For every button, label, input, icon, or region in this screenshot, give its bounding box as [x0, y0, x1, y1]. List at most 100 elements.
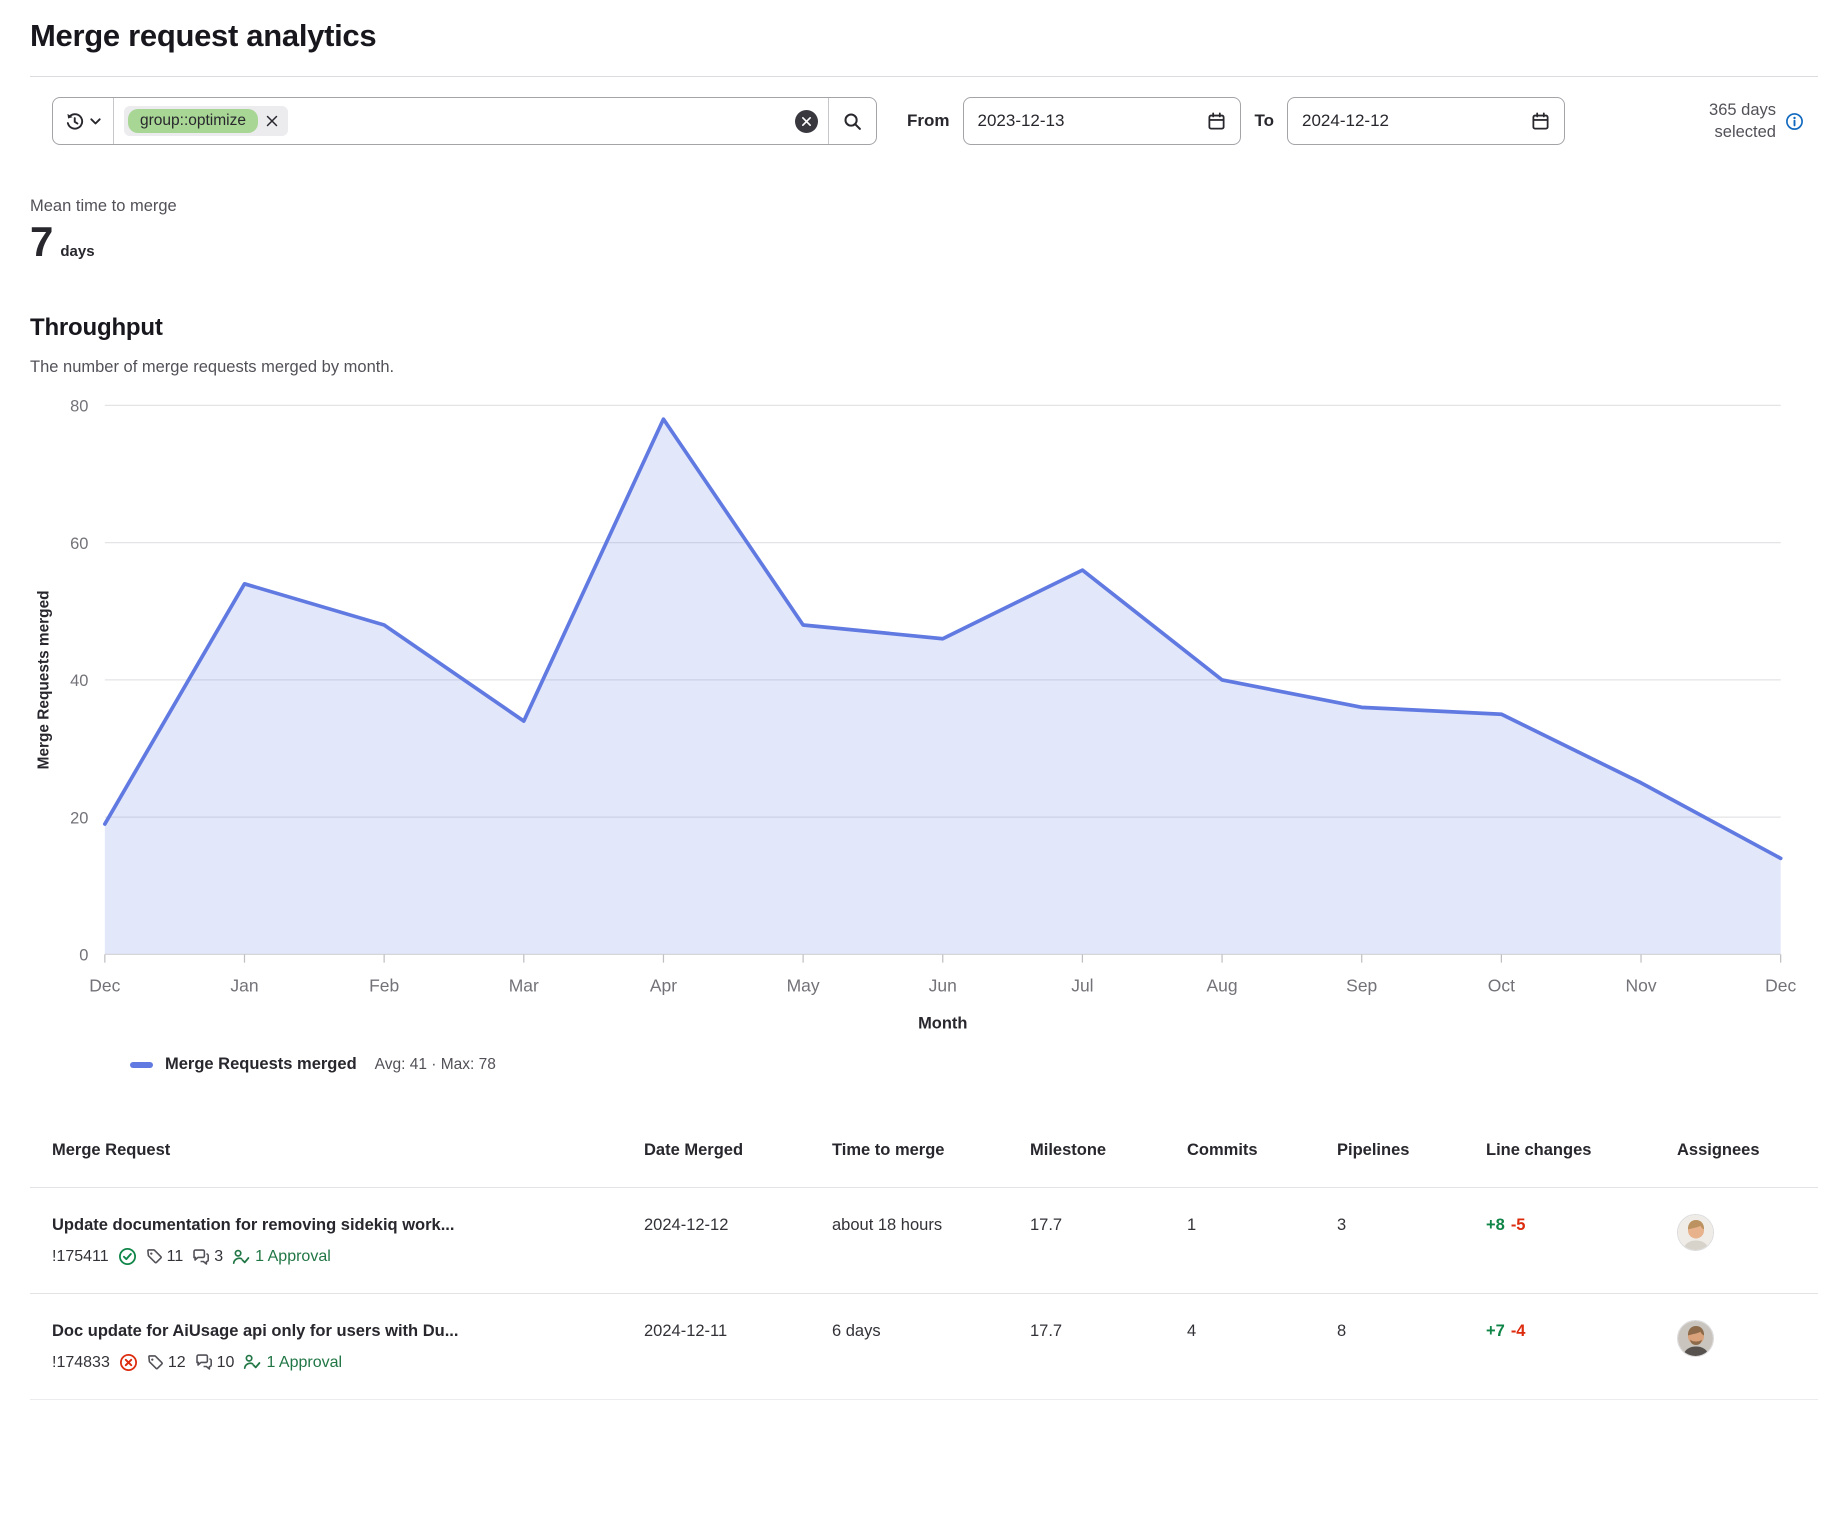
comments-icon	[195, 1353, 213, 1371]
history-icon	[65, 112, 84, 131]
merge-requests-table: Merge Request Date Merged Time to merge …	[30, 1130, 1818, 1400]
comments-count[interactable]: 3	[192, 1246, 223, 1268]
merge-request-analytics-page: Merge request analytics	[0, 0, 1848, 1400]
commits-cell: 1	[1187, 1188, 1337, 1294]
chart-legend[interactable]: Merge Requests merged Avg: 41 · Max: 78	[130, 1055, 1818, 1074]
mr-title-link[interactable]: Update documentation for removing sideki…	[52, 1214, 634, 1236]
approval-icon	[232, 1248, 250, 1266]
throughput-chart: 0 20 40 60 80 Dec Jan Feb Mar Apr May Jun Jul Aug Sep O…	[30, 391, 1818, 1074]
throughput-heading: Throughput	[30, 314, 1818, 342]
svg-text:Jul: Jul	[1071, 975, 1093, 995]
table-row: Doc update for AiUsage api only for user…	[30, 1294, 1818, 1400]
throughput-description: The number of merge requests merged by m…	[30, 358, 1818, 377]
labels-count[interactable]: 12	[147, 1352, 186, 1374]
col-milestone: Milestone	[1030, 1130, 1187, 1188]
svg-text:60: 60	[70, 535, 88, 553]
to-date-value: 2024-12-12	[1302, 111, 1389, 131]
filter-bar: group::optimize	[52, 97, 1818, 145]
svg-text:Oct: Oct	[1488, 975, 1515, 995]
labels-count[interactable]: 11	[146, 1246, 184, 1268]
svg-text:Feb: Feb	[369, 975, 399, 995]
range-summary-text: 365 days selected	[1664, 99, 1776, 144]
token-remove-button[interactable]	[260, 113, 284, 129]
svg-text:Jan: Jan	[230, 975, 258, 995]
from-label: From	[907, 111, 950, 131]
label-icon	[147, 1354, 164, 1371]
pipelines-cell: 3	[1337, 1188, 1486, 1294]
col-time-to-merge: Time to merge	[832, 1130, 1030, 1188]
info-icon[interactable]	[1785, 112, 1804, 131]
approvals[interactable]: 1 Approval	[243, 1352, 342, 1374]
svg-text:20: 20	[70, 809, 88, 827]
assignee-avatar[interactable]	[1677, 1214, 1714, 1251]
svg-text:40: 40	[70, 672, 88, 690]
svg-text:80: 80	[70, 398, 88, 416]
calendar-icon[interactable]	[1531, 112, 1550, 131]
from-date-input[interactable]: 2023-12-13	[963, 97, 1241, 145]
date-merged-cell: 2024-12-12	[644, 1188, 832, 1294]
additions: +7	[1486, 1322, 1505, 1340]
legend-swatch	[130, 1062, 153, 1068]
metric-unit: days	[60, 243, 94, 260]
col-date-merged: Date Merged	[644, 1130, 832, 1188]
svg-text:Mar: Mar	[509, 975, 539, 995]
table-header-row: Merge Request Date Merged Time to merge …	[30, 1130, 1818, 1188]
col-commits: Commits	[1187, 1130, 1337, 1188]
pipeline-success-icon[interactable]	[118, 1247, 137, 1266]
col-pipelines: Pipelines	[1337, 1130, 1486, 1188]
mean-time-to-merge-metric: Mean time to merge 7 days	[30, 197, 1818, 266]
title-divider	[30, 76, 1818, 77]
milestone-cell: 17.7	[1030, 1294, 1187, 1400]
search-input[interactable]: group::optimize	[114, 98, 828, 144]
legend-stats: Avg: 41 · Max: 78	[375, 1056, 496, 1074]
svg-text:Apr: Apr	[650, 975, 677, 995]
commits-cell: 4	[1187, 1294, 1337, 1400]
svg-text:Merge Requests merged: Merge Requests merged	[35, 590, 52, 769]
svg-text:May: May	[787, 975, 820, 995]
time-to-merge-cell: about 18 hours	[832, 1188, 1030, 1294]
line-changes-cell: +7 -4	[1486, 1294, 1677, 1400]
from-date-value: 2023-12-13	[978, 111, 1065, 131]
assignee-avatar[interactable]	[1677, 1320, 1714, 1357]
svg-text:Dec: Dec	[1765, 975, 1796, 995]
date-range-summary: 365 days selected	[1664, 99, 1804, 144]
comments-count[interactable]: 10	[195, 1352, 235, 1374]
legend-series-label: Merge Requests merged	[165, 1055, 357, 1074]
filter-token: group::optimize	[124, 106, 288, 137]
metric-label: Mean time to merge	[30, 197, 1818, 216]
time-to-merge-cell: 6 days	[832, 1294, 1030, 1400]
filter-token-label[interactable]: group::optimize	[128, 109, 258, 134]
svg-text:Month: Month	[918, 1014, 967, 1032]
svg-text:Sep: Sep	[1346, 975, 1377, 995]
search-icon	[843, 112, 862, 131]
pipeline-failed-icon[interactable]	[119, 1353, 138, 1372]
svg-text:Aug: Aug	[1207, 975, 1238, 995]
metric-value: 7	[30, 218, 53, 266]
calendar-icon[interactable]	[1207, 112, 1226, 131]
page-title: Merge request analytics	[30, 0, 1818, 54]
svg-text:Jun: Jun	[929, 975, 957, 995]
filtered-search-box[interactable]: group::optimize	[52, 97, 877, 145]
date-merged-cell: 2024-12-11	[644, 1294, 832, 1400]
chevron-down-icon	[90, 117, 101, 126]
deletions: -4	[1511, 1322, 1526, 1340]
to-label: To	[1255, 111, 1275, 131]
label-icon	[146, 1248, 163, 1265]
mr-title-link[interactable]: Doc update for AiUsage api only for user…	[52, 1320, 634, 1342]
search-history-button[interactable]	[53, 98, 114, 144]
to-date-input[interactable]: 2024-12-12	[1287, 97, 1565, 145]
pipelines-cell: 8	[1337, 1294, 1486, 1400]
milestone-cell: 17.7	[1030, 1188, 1187, 1294]
close-icon	[266, 115, 278, 127]
search-button[interactable]	[828, 98, 876, 144]
mr-id[interactable]: !175411	[52, 1246, 109, 1268]
approvals[interactable]: 1 Approval	[232, 1246, 331, 1268]
mr-id[interactable]: !174833	[52, 1352, 110, 1374]
throughput-area-chart[interactable]: 0 20 40 60 80 Dec Jan Feb Mar Apr May Jun Jul Aug Sep O…	[30, 391, 1800, 1049]
comments-icon	[192, 1248, 210, 1266]
clear-search-button[interactable]	[795, 110, 818, 133]
svg-text:Nov: Nov	[1625, 975, 1656, 995]
col-merge-request: Merge Request	[30, 1130, 644, 1188]
deletions: -5	[1511, 1216, 1526, 1234]
svg-text:0: 0	[79, 947, 88, 965]
